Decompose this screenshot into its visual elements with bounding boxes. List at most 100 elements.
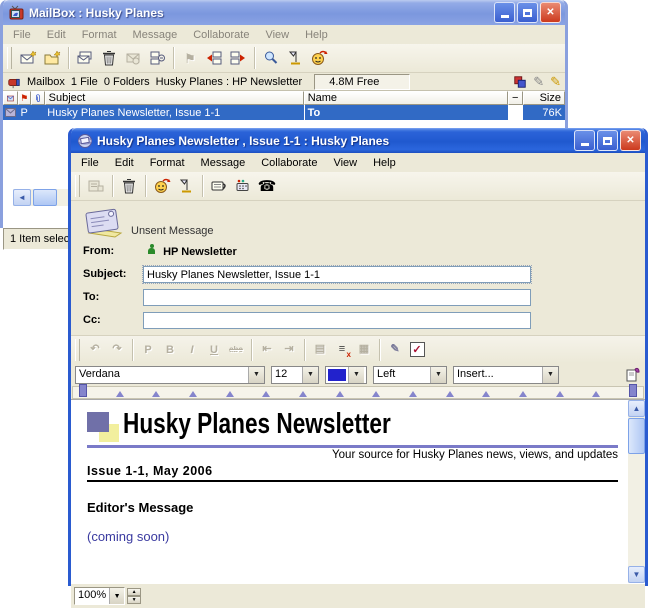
signature-button[interactable]: ✎: [384, 340, 406, 360]
search-button[interactable]: [259, 46, 283, 70]
tab-stop-marker[interactable]: [556, 391, 564, 397]
right-margin-marker[interactable]: [629, 384, 637, 397]
menu-view[interactable]: View: [257, 27, 297, 43]
redirect-button[interactable]: [150, 174, 174, 198]
collapse-column-button[interactable]: −: [508, 91, 523, 105]
menu-file[interactable]: File: [5, 27, 39, 43]
outdent-button[interactable]: ⇤: [256, 340, 278, 360]
menu-format[interactable]: Format: [142, 155, 193, 171]
left-margin-marker[interactable]: [79, 384, 87, 397]
next-message-button[interactable]: [226, 46, 250, 70]
send-message-button[interactable]: [207, 174, 231, 198]
label-button[interactable]: [283, 46, 307, 70]
scroll-left-button[interactable]: ◄: [13, 189, 31, 206]
strikethrough-button[interactable]: abc: [225, 340, 247, 360]
menu-collaborate[interactable]: Collaborate: [253, 155, 325, 171]
delete-button[interactable]: [97, 46, 121, 70]
tab-stop-marker[interactable]: [446, 391, 454, 397]
previous-message-button[interactable]: [202, 46, 226, 70]
underline-button[interactable]: U: [203, 340, 225, 360]
compose-window[interactable]: Husky Planes Newsletter , Issue 1-1 : Hu…: [68, 128, 648, 586]
delete-button[interactable]: [117, 174, 141, 198]
table-button[interactable]: ▤: [309, 340, 331, 360]
layers-icon[interactable]: [513, 75, 527, 89]
status-column-header[interactable]: [3, 91, 18, 105]
minimize-button[interactable]: [574, 130, 595, 151]
font-size-select[interactable]: 12 ▼: [271, 366, 319, 384]
scroll-down-button[interactable]: ▼: [628, 566, 645, 583]
zoom-stepper[interactable]: ▲ ▼: [127, 588, 141, 604]
insert-object-button[interactable]: ▦: [353, 340, 375, 360]
close-button[interactable]: ✕: [620, 130, 641, 151]
menu-help[interactable]: Help: [365, 155, 404, 171]
maximize-button[interactable]: [517, 2, 538, 23]
chevron-down-icon[interactable]: ▼: [430, 367, 446, 383]
redirect-button[interactable]: [307, 46, 331, 70]
indent-button[interactable]: ⇥: [278, 340, 300, 360]
font-select[interactable]: Verdana ▼: [75, 366, 265, 384]
menu-help[interactable]: Help: [297, 27, 336, 43]
new-message-button[interactable]: [16, 46, 40, 70]
paragraph-button[interactable]: P: [137, 340, 159, 360]
check-mail-button[interactable]: [121, 46, 145, 70]
message-row[interactable]: P Husky Planes Newsletter, Issue 1-1 To …: [3, 105, 565, 120]
alignment-select[interactable]: Left ▼: [373, 366, 447, 384]
newsletter-document[interactable]: Husky Planes Newsletter Your source for …: [71, 400, 628, 583]
mailbox-titlebar[interactable]: MailBox : Husky Planes ✕: [3, 0, 565, 25]
cc-input[interactable]: [143, 312, 531, 329]
tab-stop-marker[interactable]: [152, 391, 160, 397]
tab-stop-marker[interactable]: [409, 391, 417, 397]
spin-up-icon[interactable]: ▲: [127, 588, 141, 596]
copy-message-button[interactable]: [73, 46, 97, 70]
menu-file[interactable]: File: [73, 155, 107, 171]
queue-message-button[interactable]: [84, 174, 108, 198]
scroll-thumb[interactable]: [33, 189, 57, 206]
chevron-down-icon[interactable]: ▼: [109, 588, 124, 604]
flag-button[interactable]: ⚑: [178, 46, 202, 70]
menu-edit[interactable]: Edit: [39, 27, 74, 43]
maximize-button[interactable]: [597, 130, 618, 151]
tab-stop-marker[interactable]: [299, 391, 307, 397]
undo-button[interactable]: ↶: [84, 340, 106, 360]
menu-format[interactable]: Format: [74, 27, 125, 43]
insert-select[interactable]: Insert... ▼: [453, 366, 559, 384]
tab-stop-marker[interactable]: [116, 391, 124, 397]
tab-stop-marker[interactable]: [226, 391, 234, 397]
clear-format-button[interactable]: ≡ x: [331, 340, 353, 360]
new-folder-button[interactable]: [40, 46, 64, 70]
spellcheck-button[interactable]: ✓: [406, 340, 428, 360]
menu-message[interactable]: Message: [125, 27, 186, 43]
close-button[interactable]: ✕: [540, 2, 561, 23]
tab-stop-marker[interactable]: [189, 391, 197, 397]
ruler[interactable]: [72, 386, 644, 399]
chevron-down-icon[interactable]: ▼: [542, 367, 558, 383]
bold-button[interactable]: B: [159, 340, 181, 360]
subject-column-header[interactable]: Subject: [45, 91, 304, 105]
text-color-select[interactable]: ▼: [325, 366, 367, 384]
menu-view[interactable]: View: [325, 155, 365, 171]
tab-stop-marker[interactable]: [336, 391, 344, 397]
to-input[interactable]: [143, 289, 531, 306]
scroll-thumb[interactable]: [628, 418, 645, 454]
italic-button[interactable]: I: [181, 340, 203, 360]
signature-pencil-icon[interactable]: ✎: [550, 75, 561, 88]
redo-button[interactable]: ↷: [106, 340, 128, 360]
tab-stop-marker[interactable]: [592, 391, 600, 397]
tab-stop-marker[interactable]: [482, 391, 490, 397]
size-column-header[interactable]: Size: [523, 91, 565, 105]
label-button[interactable]: [174, 174, 198, 198]
message-body-area[interactable]: Husky Planes Newsletter Your source for …: [71, 399, 645, 583]
page-options-icon[interactable]: [625, 367, 641, 383]
collapse-messages-button[interactable]: [145, 46, 169, 70]
chevron-down-icon[interactable]: ▼: [248, 367, 264, 383]
dialup-button[interactable]: ☎: [255, 174, 279, 198]
scroll-up-button[interactable]: ▲: [628, 400, 645, 417]
menu-collaborate[interactable]: Collaborate: [185, 27, 257, 43]
subject-input[interactable]: [143, 266, 531, 283]
toolbar-drag-handle[interactable]: [75, 175, 80, 197]
tab-stop-marker[interactable]: [262, 391, 270, 397]
flag-column-header[interactable]: ⚑: [18, 91, 31, 105]
menu-message[interactable]: Message: [193, 155, 254, 171]
tab-stop-marker[interactable]: [519, 391, 527, 397]
vertical-scrollbar[interactable]: ▲ ▼: [628, 400, 645, 583]
